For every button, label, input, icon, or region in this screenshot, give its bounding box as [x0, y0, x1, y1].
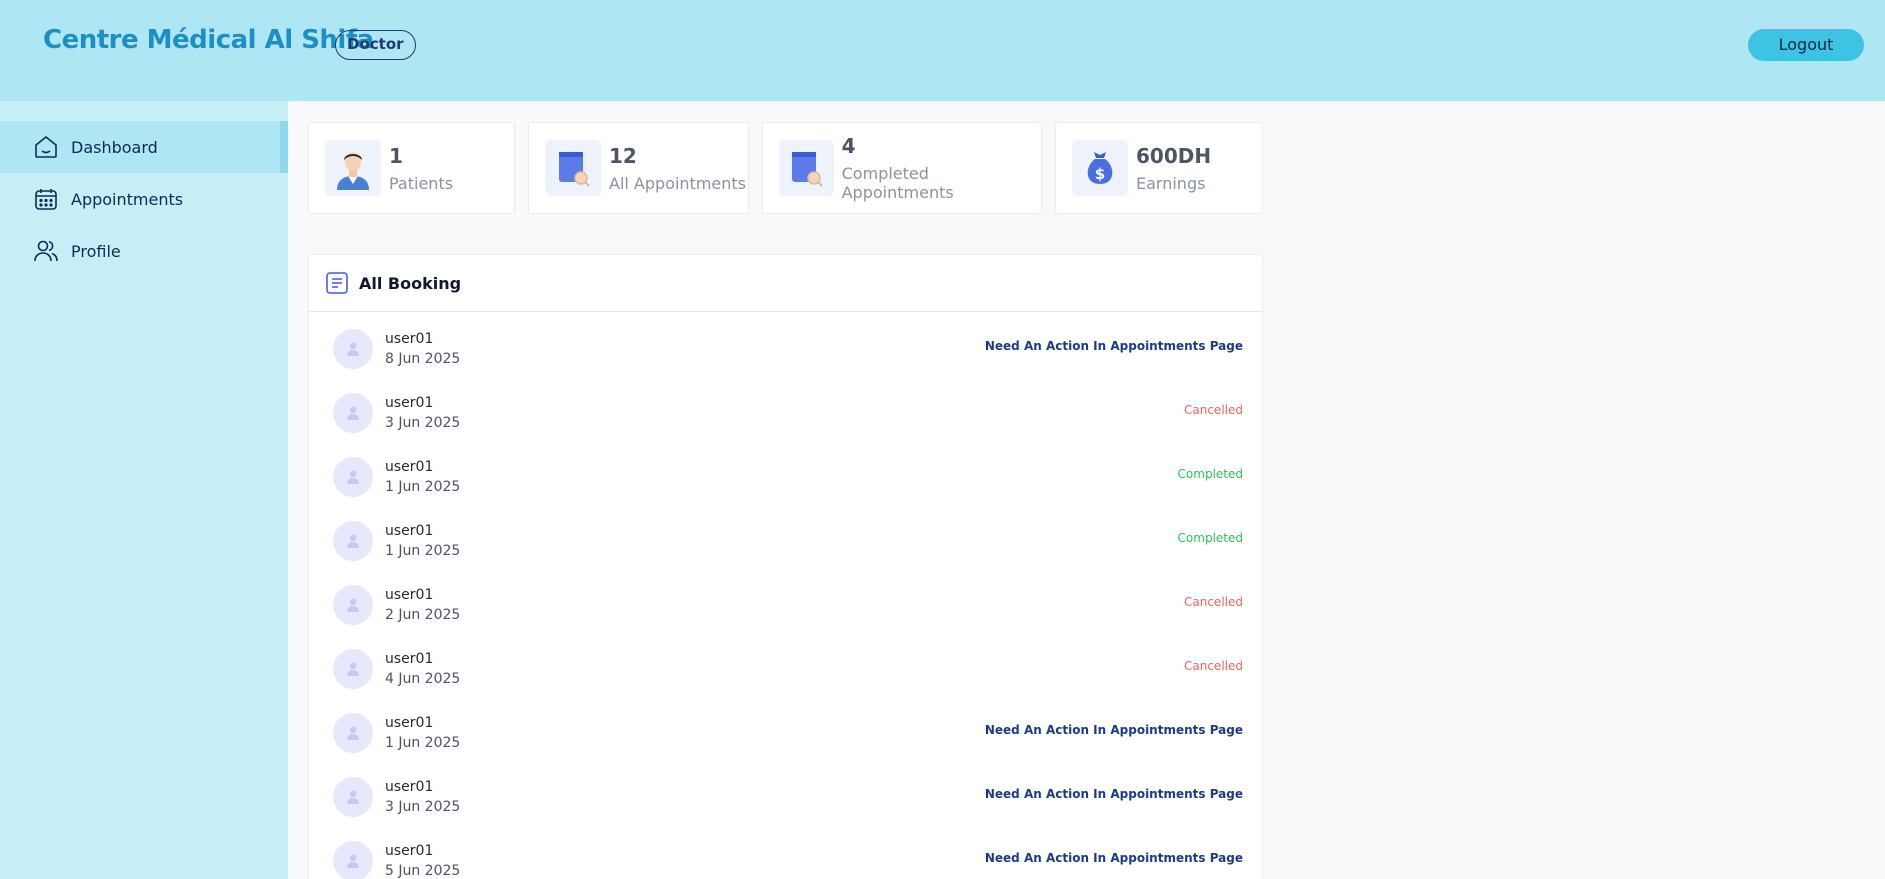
- booking-date: 3 Jun 2025: [385, 415, 461, 431]
- svg-text:$: $: [1095, 165, 1105, 183]
- booking-date: 3 Jun 2025: [385, 799, 461, 815]
- booking-date: 5 Jun 2025: [385, 863, 461, 879]
- booking-row[interactable]: user01 1 Jun 2025 Completed: [333, 517, 1243, 565]
- stat-value: 1: [389, 143, 403, 168]
- booking-patient-name: user01: [385, 587, 434, 603]
- booking-date: 2 Jun 2025: [385, 607, 461, 623]
- booking-status: Need An Action In Appointments Page: [984, 723, 1243, 737]
- booking-patient-name: user01: [385, 779, 434, 795]
- panel-title: All Booking: [359, 273, 462, 293]
- booking-row[interactable]: user01 3 Jun 2025 Need An Action In Appoi…: [333, 773, 1243, 821]
- booking-status: Cancelled: [1184, 595, 1243, 609]
- booking-row[interactable]: user01 2 Jun 2025 Cancelled: [333, 581, 1243, 629]
- stat-value: 4: [841, 134, 856, 158]
- booking-patient-name: user01: [385, 843, 434, 859]
- booking-patient-name: user01: [385, 331, 434, 347]
- booking-status: Completed: [1177, 467, 1243, 481]
- booking-row[interactable]: user01 1 Jun 2025 Need An Action In Appoi…: [333, 709, 1243, 757]
- booking-row[interactable]: user01 8 Jun 2025 Need An Action In Appoi…: [333, 325, 1243, 373]
- booking-patient-name: user01: [385, 395, 434, 411]
- calendar-icon: [35, 189, 57, 210]
- sidebar: Dashboard Appointments Profile: [0, 101, 288, 879]
- booking-date: 4 Jun 2025: [385, 671, 461, 687]
- panel-header: All Booking: [309, 255, 1262, 312]
- stat-value: 12: [609, 143, 637, 168]
- money-bag-icon: $: [1072, 140, 1128, 196]
- booking-status: Need An Action In Appointments Page: [984, 851, 1243, 865]
- sidebar-item-dashboard[interactable]: Dashboard: [0, 121, 288, 173]
- doctor-avatar-icon: [325, 140, 381, 196]
- booking-status: Cancelled: [1184, 403, 1243, 417]
- stat-card-all-appointments: 12 All Appointments: [528, 122, 749, 214]
- booking-patient-name: user01: [385, 459, 434, 475]
- booking-date: 8 Jun 2025: [385, 351, 461, 367]
- users-icon: [34, 240, 58, 262]
- booking-row[interactable]: user01 4 Jun 2025 Cancelled: [333, 645, 1243, 693]
- user-avatar-icon: [333, 841, 373, 879]
- user-avatar-icon: [333, 457, 373, 497]
- stat-label: Earnings: [1136, 173, 1206, 193]
- booking-row[interactable]: user01 5 Jun 2025 Need An Action In Appoi…: [333, 837, 1243, 879]
- booking-patient-name: user01: [385, 715, 434, 731]
- stat-label: Patients: [389, 173, 454, 193]
- booking-status: Completed: [1177, 531, 1243, 545]
- user-avatar-icon: [333, 393, 373, 433]
- brand-title[interactable]: Centre Médical Al Shifa: [43, 25, 374, 55]
- logout-button[interactable]: Logout: [1748, 29, 1864, 61]
- appointment-book-icon: [779, 140, 834, 196]
- booking-patient-name: user01: [385, 523, 434, 539]
- booking-row[interactable]: user01 1 Jun 2025 Completed: [333, 453, 1243, 501]
- appointment-book-icon: [545, 140, 601, 196]
- stat-card-earnings: $ 600DH Earnings: [1055, 122, 1263, 214]
- stat-card-patients: 1 Patients: [308, 122, 515, 214]
- sidebar-item-appointments[interactable]: Appointments: [0, 173, 288, 225]
- sidebar-item-profile[interactable]: Profile: [0, 225, 288, 277]
- sidebar-item-label: Dashboard: [71, 137, 158, 157]
- booking-date: 1 Jun 2025: [385, 479, 461, 495]
- stat-value: 600DH: [1136, 143, 1212, 168]
- sidebar-item-label: Appointments: [71, 189, 184, 209]
- user-avatar-icon: [333, 777, 373, 817]
- user-avatar-icon: [333, 329, 373, 369]
- user-avatar-icon: [333, 585, 373, 625]
- booking-status: Need An Action In Appointments Page: [984, 339, 1243, 353]
- booking-status: Need An Action In Appointments Page: [984, 787, 1243, 801]
- booking-patient-name: user01: [385, 651, 434, 667]
- user-avatar-icon: [333, 521, 373, 561]
- booking-date: 1 Jun 2025: [385, 543, 461, 559]
- role-badge: Doctor: [335, 30, 416, 60]
- user-avatar-icon: [333, 649, 373, 689]
- booking-date: 1 Jun 2025: [385, 735, 461, 751]
- list-icon: [326, 272, 348, 294]
- all-booking-panel: All Booking user01 8 Jun 2025 Need An Act…: [308, 254, 1263, 879]
- stat-label: All Appointments: [609, 173, 747, 193]
- stat-label: Completed Appointments: [841, 164, 954, 202]
- home-icon: [35, 135, 57, 158]
- user-avatar-icon: [333, 713, 373, 753]
- booking-row[interactable]: user01 3 Jun 2025 Cancelled: [333, 389, 1243, 437]
- stat-card-completed-appointments: 4 Completed Appointments: [762, 122, 1042, 214]
- top-header: Centre Médical Al Shifa Doctor Logout: [0, 0, 1885, 101]
- booking-status: Cancelled: [1184, 659, 1243, 673]
- sidebar-item-label: Profile: [71, 241, 121, 261]
